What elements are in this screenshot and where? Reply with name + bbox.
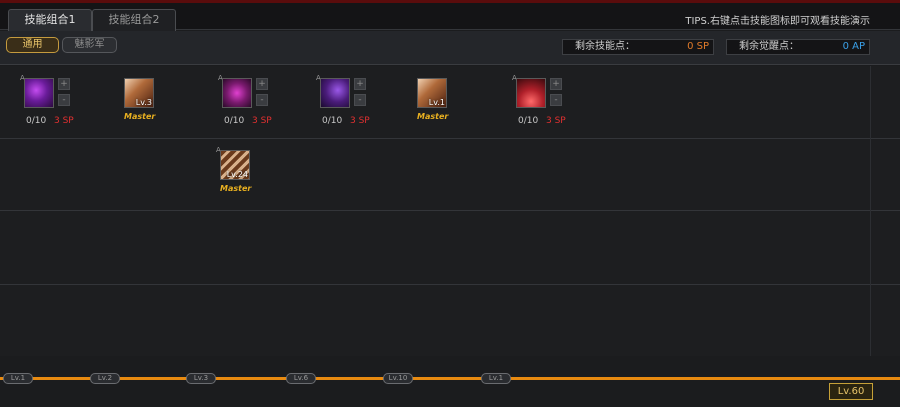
remaining-ap-box: 剩余觉醒点： 0 AP: [726, 39, 870, 55]
level-marker: Lv.10: [383, 373, 413, 384]
filter-general-button[interactable]: 通用: [6, 37, 59, 53]
filter-bar: 通用 魅影军 剩余技能点： 0 SP 剩余觉醒点： 0 AP: [0, 31, 900, 65]
grid-divider: [0, 284, 900, 285]
skill-slot-4[interactable]: A + - 0/10 3 SP: [316, 74, 386, 134]
grid-edge: [870, 66, 871, 356]
skill-level-down-button[interactable]: -: [58, 94, 70, 106]
skill-counter: 0/10: [224, 116, 245, 126]
bronze-fist-skill-icon[interactable]: Lv.1: [417, 78, 447, 108]
skill-slot-7[interactable]: A Lv.24 Master: [216, 146, 286, 206]
violet-strike-skill-icon[interactable]: [320, 78, 350, 108]
remaining-sp-label: 剩余技能点：: [575, 41, 635, 52]
skill-level-up-button[interactable]: +: [550, 78, 562, 90]
magenta-slash-skill-icon[interactable]: [222, 78, 252, 108]
tips-text: TIPS.右键点击技能图标即可观看技能演示: [685, 16, 870, 27]
level-marker: Lv.3: [186, 373, 216, 384]
crimson-burst-skill-icon[interactable]: [516, 78, 546, 108]
skill-level-up-button[interactable]: +: [354, 78, 366, 90]
level-track-area: [0, 356, 900, 407]
remaining-sp-value: 0 SP: [687, 41, 709, 52]
armored-warrior-skill-icon[interactable]: Lv.3: [124, 78, 154, 108]
skill-level-up-button[interactable]: +: [58, 78, 70, 90]
level-marker: Lv.6: [286, 373, 316, 384]
filter-shadow-button[interactable]: 魅影军: [62, 37, 117, 53]
remaining-sp-box: 剩余技能点： 0 SP: [562, 39, 714, 55]
skill-cost: 3 SP: [546, 116, 566, 126]
skill-level-up-button[interactable]: +: [256, 78, 268, 90]
current-level-badge: Lv.60: [829, 383, 873, 400]
remaining-ap-label: 剩余觉醒点：: [739, 41, 799, 52]
skill-cost: 3 SP: [252, 116, 272, 126]
skill-slot-2[interactable]: Lv.3 Master: [120, 74, 190, 134]
skill-slot-3[interactable]: A + - 0/10 3 SP: [218, 74, 288, 134]
level-marker: Lv.1: [3, 373, 33, 384]
skill-cost: 3 SP: [350, 116, 370, 126]
skill-level-label: Lv.1: [428, 98, 445, 107]
skill-level-label: Lv.3: [135, 98, 152, 107]
skill-slot-1[interactable]: A + - 0/10 3 SP: [20, 74, 90, 134]
skill-level-down-button[interactable]: -: [550, 94, 562, 106]
skill-cost: 3 SP: [54, 116, 74, 126]
skill-level-down-button[interactable]: -: [354, 94, 366, 106]
master-label: Master: [124, 112, 156, 121]
purple-claw-skill-icon[interactable]: [24, 78, 54, 108]
skill-counter: 0/10: [26, 116, 47, 126]
master-label: Master: [220, 184, 252, 193]
level-marker: Lv.1: [481, 373, 511, 384]
tab-bar: 技能组合1 技能组合2 TIPS.右键点击技能图标即可观看技能演示: [0, 3, 900, 31]
grid-divider: [0, 210, 900, 211]
level-marker: Lv.2: [90, 373, 120, 384]
skill-counter: 0/10: [518, 116, 539, 126]
skill-level-label: Lv.24: [226, 170, 248, 179]
tab-skill-set-1[interactable]: 技能组合1: [8, 9, 92, 31]
skill-slot-6[interactable]: A + - 0/10 3 SP: [512, 74, 582, 134]
level-progress-line: [0, 377, 900, 380]
master-label: Master: [417, 112, 449, 121]
grid-divider: [0, 138, 900, 139]
brown-blade-skill-icon[interactable]: Lv.24: [220, 150, 250, 180]
skill-level-down-button[interactable]: -: [256, 94, 268, 106]
remaining-ap-value: 0 AP: [842, 41, 865, 52]
tab-skill-set-2[interactable]: 技能组合2: [92, 9, 176, 31]
skill-counter: 0/10: [322, 116, 343, 126]
skill-slot-5[interactable]: Lv.1 Master: [413, 74, 483, 134]
